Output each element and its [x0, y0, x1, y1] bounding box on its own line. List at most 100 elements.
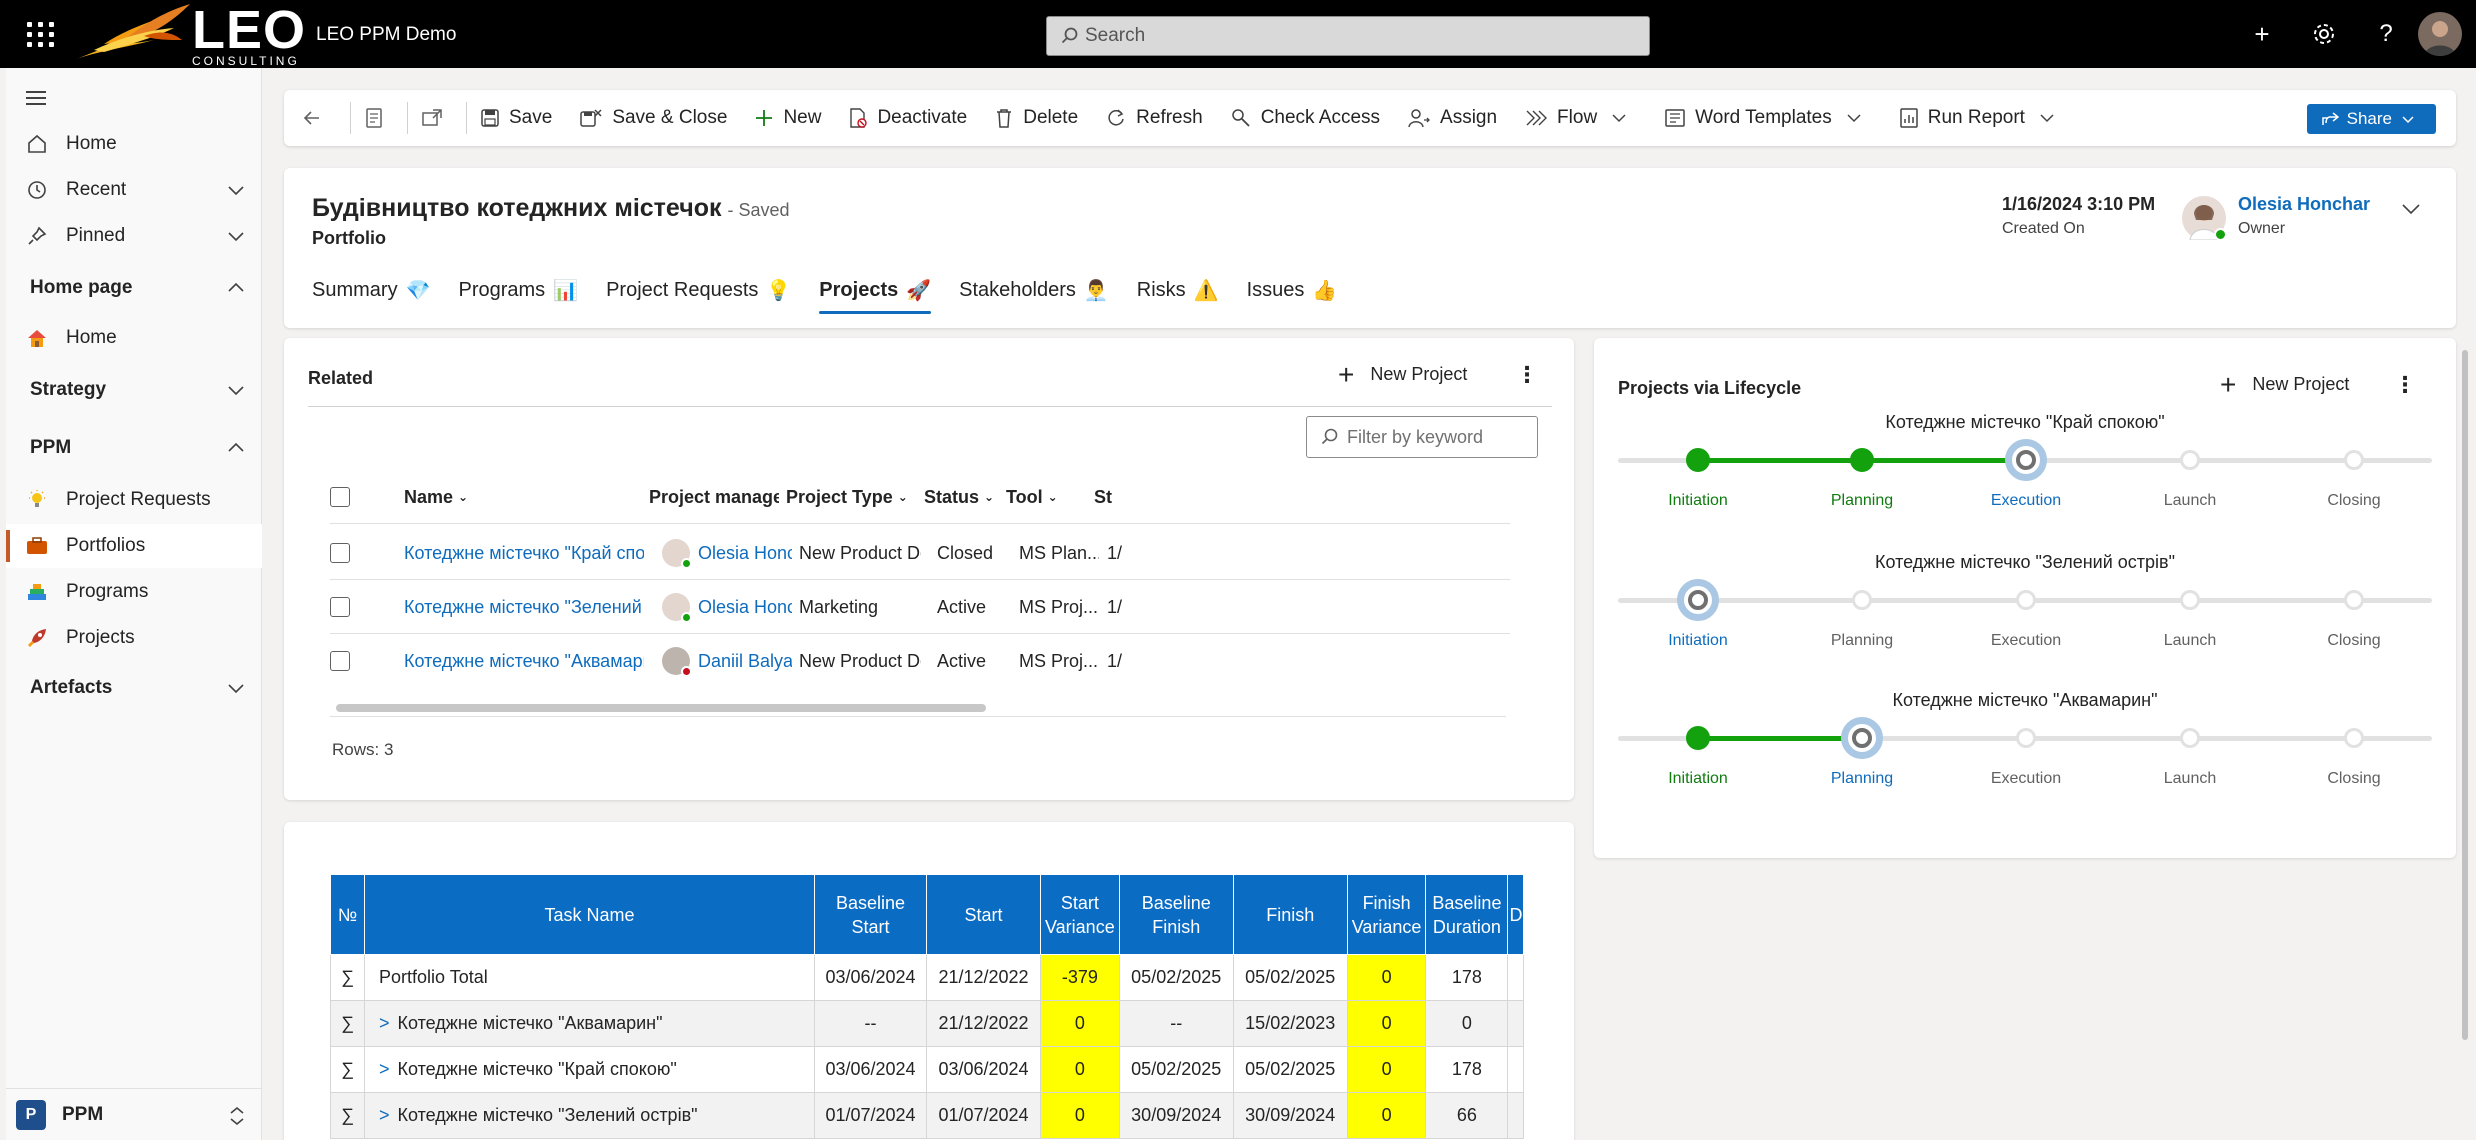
lifecycle-project-name[interactable]: Котеджне містечко "Край спокою"	[1594, 412, 2456, 433]
new-project-button[interactable]: + New Project	[2220, 370, 2349, 398]
sidebar-item-programs[interactable]: Programs	[6, 570, 262, 614]
lifecycle-stage-dot[interactable]	[2344, 728, 2364, 748]
row-checkbox[interactable]	[330, 634, 370, 680]
lifecycle-stage-dot[interactable]	[1686, 726, 1710, 750]
sidebar-item-projects[interactable]: Projects	[6, 616, 262, 660]
owner-name-link[interactable]: Olesia Honchar	[2238, 194, 2370, 215]
global-search-input[interactable]: Search	[1046, 16, 1650, 56]
deactivate-button[interactable]: Deactivate	[835, 90, 981, 146]
select-all-checkbox[interactable]	[330, 470, 370, 524]
help-question-icon[interactable]: ?	[2370, 18, 2402, 50]
table-row[interactable]: ∑ > Котеджне містечко "Зелений острів" 01…	[330, 1092, 1525, 1139]
delete-button[interactable]: Delete	[981, 90, 1092, 146]
refresh-button[interactable]: Refresh	[1092, 90, 1217, 146]
lifecycle-stage-dot[interactable]	[2344, 450, 2364, 470]
lifecycle-stage-dot[interactable]	[2344, 590, 2364, 610]
column-header-manager[interactable]: Project manager ⌄	[649, 470, 779, 524]
task-name-cell[interactable]: > Котеджне містечко "Аквамарин"	[364, 1000, 815, 1047]
project-name-link[interactable]: Котеджне містечко "Край спокою"	[404, 526, 644, 580]
more-options-icon[interactable]: ⋮	[1516, 362, 1538, 388]
lifecycle-stage-dot[interactable]	[2005, 439, 2047, 481]
sidebar-group-ppm[interactable]: PPM	[6, 426, 262, 470]
table-row[interactable]: ∑ Portfolio Total 03/06/2024 21/12/2022 …	[330, 954, 1525, 1001]
column-header-start[interactable]: St	[1094, 470, 1134, 524]
sidebar-item-portfolios[interactable]: Portfolios	[6, 524, 262, 568]
open-new-window-button[interactable]	[408, 90, 466, 146]
chevron-up-icon[interactable]	[226, 438, 246, 458]
table-row[interactable]: Котеджне містечко "Край спокою" Olesia H…	[330, 526, 1510, 580]
lifecycle-project-name[interactable]: Котеджне містечко "Зелений острів"	[1594, 552, 2456, 573]
chevron-up-icon[interactable]	[226, 278, 246, 298]
project-manager-cell[interactable]: Daniil Balya (Busy)	[662, 634, 792, 680]
lifecycle-stage-dot[interactable]	[2180, 450, 2200, 470]
plus-icon[interactable]: +	[2246, 18, 2278, 50]
more-options-icon[interactable]: ⋮	[2394, 372, 2416, 398]
user-avatar[interactable]	[2418, 12, 2462, 56]
project-manager-cell[interactable]: Olesia Honchar (Av...	[662, 526, 792, 580]
sidebar-group-artefacts[interactable]: Artefacts	[6, 666, 262, 710]
new-project-button[interactable]: + New Project	[1338, 360, 1467, 388]
app-launcher-icon[interactable]	[22, 15, 60, 53]
back-button[interactable]	[284, 90, 350, 146]
table-row[interactable]: Котеджне містечко "Аквамарин" Daniil Bal…	[330, 634, 1510, 680]
horizontal-scrollbar[interactable]	[336, 704, 1512, 712]
row-checkbox[interactable]	[330, 580, 370, 634]
sidebar-collapse-button[interactable]	[6, 76, 262, 120]
project-name-link[interactable]: Котеджне містечко "Зелений острів"	[404, 580, 644, 634]
chevron-down-icon[interactable]	[226, 678, 246, 698]
run-report-button[interactable]: Run Report	[1886, 90, 2079, 146]
sidebar-item-recent[interactable]: Recent	[6, 168, 262, 212]
lifecycle-stage-dot[interactable]	[1686, 448, 1710, 472]
manager-link[interactable]: Olesia Honchar (Av...	[698, 543, 792, 564]
row-checkbox[interactable]	[330, 526, 370, 580]
table-row[interactable]: ∑ > Котеджне містечко "Край спокою" 03/06…	[330, 1046, 1525, 1093]
chevron-down-icon[interactable]	[226, 380, 246, 400]
word-templates-button[interactable]: Word Templates	[1651, 90, 1886, 146]
app-title[interactable]: LEO PPM Demo	[316, 24, 456, 46]
lifecycle-stage-dot[interactable]	[1841, 717, 1883, 759]
chevron-right-icon[interactable]: >	[379, 1059, 390, 1079]
sidebar-item-home[interactable]: Home	[6, 122, 262, 166]
tab-project-requests[interactable]: Project Requests 💡	[606, 268, 791, 312]
header-expand-chevron-icon[interactable]	[2400, 198, 2422, 220]
task-name-cell[interactable]: > Котеджне містечко "Зелений острів"	[364, 1092, 815, 1139]
lifecycle-stage-dot[interactable]	[1852, 590, 1872, 610]
chevron-right-icon[interactable]: >	[379, 1105, 390, 1125]
save-close-button[interactable]: Save & Close	[566, 90, 741, 146]
sidebar-group-home-page[interactable]: Home page	[6, 266, 262, 310]
manager-link[interactable]: Olesia Honchar (Av...	[698, 597, 792, 618]
lifecycle-stage-dot[interactable]	[1850, 448, 1874, 472]
sidebar-item-home-page-home[interactable]: Home	[6, 316, 262, 360]
chevron-down-icon[interactable]	[226, 180, 246, 200]
lifecycle-stage-dot[interactable]	[1677, 579, 1719, 621]
page-vertical-scrollbar[interactable]	[2462, 350, 2470, 1040]
share-button[interactable]: Share	[2306, 104, 2436, 134]
chevron-down-icon[interactable]	[226, 226, 246, 246]
table-row[interactable]: ∑ > Котеджне містечко "Аквамарин" -- 21/1…	[330, 1000, 1525, 1047]
tab-summary[interactable]: Summary 💎	[312, 268, 430, 312]
chevron-right-icon[interactable]: >	[379, 1013, 390, 1033]
filter-keyword-input[interactable]: Filter by keyword	[1306, 416, 1538, 458]
column-header-type[interactable]: Project Type ⌄	[786, 470, 916, 524]
project-manager-cell[interactable]: Olesia Honchar (Av...	[662, 580, 792, 634]
settings-gear-icon[interactable]	[2308, 18, 2340, 50]
new-button[interactable]: New	[741, 90, 835, 146]
manager-link[interactable]: Daniil Balya (Busy)	[698, 651, 792, 672]
lifecycle-stage-dot[interactable]	[2016, 590, 2036, 610]
lifecycle-stage-dot[interactable]	[2180, 590, 2200, 610]
scrollbar-thumb[interactable]	[2462, 350, 2468, 1040]
assign-button[interactable]: Assign	[1394, 90, 1511, 146]
sidebar-group-strategy[interactable]: Strategy	[6, 368, 262, 412]
task-name-cell[interactable]: > Котеджне містечко "Край спокою"	[364, 1046, 815, 1093]
sidebar-item-project-requests[interactable]: Project Requests	[6, 478, 262, 522]
column-header-status[interactable]: Status ⌄	[924, 470, 1014, 524]
tab-issues[interactable]: Issues 👍	[1247, 268, 1338, 312]
tab-stakeholders[interactable]: Stakeholders 👨‍💼	[959, 268, 1109, 312]
tab-risks[interactable]: Risks ⚠️	[1137, 268, 1219, 312]
lifecycle-stage-dot[interactable]	[2016, 728, 2036, 748]
scrollbar-thumb[interactable]	[336, 704, 986, 712]
tab-programs[interactable]: Programs 📊	[458, 268, 578, 312]
save-button[interactable]: Save	[467, 90, 566, 146]
tab-projects[interactable]: Projects 🚀	[819, 268, 931, 314]
sidebar-item-pinned[interactable]: Pinned	[6, 214, 262, 258]
